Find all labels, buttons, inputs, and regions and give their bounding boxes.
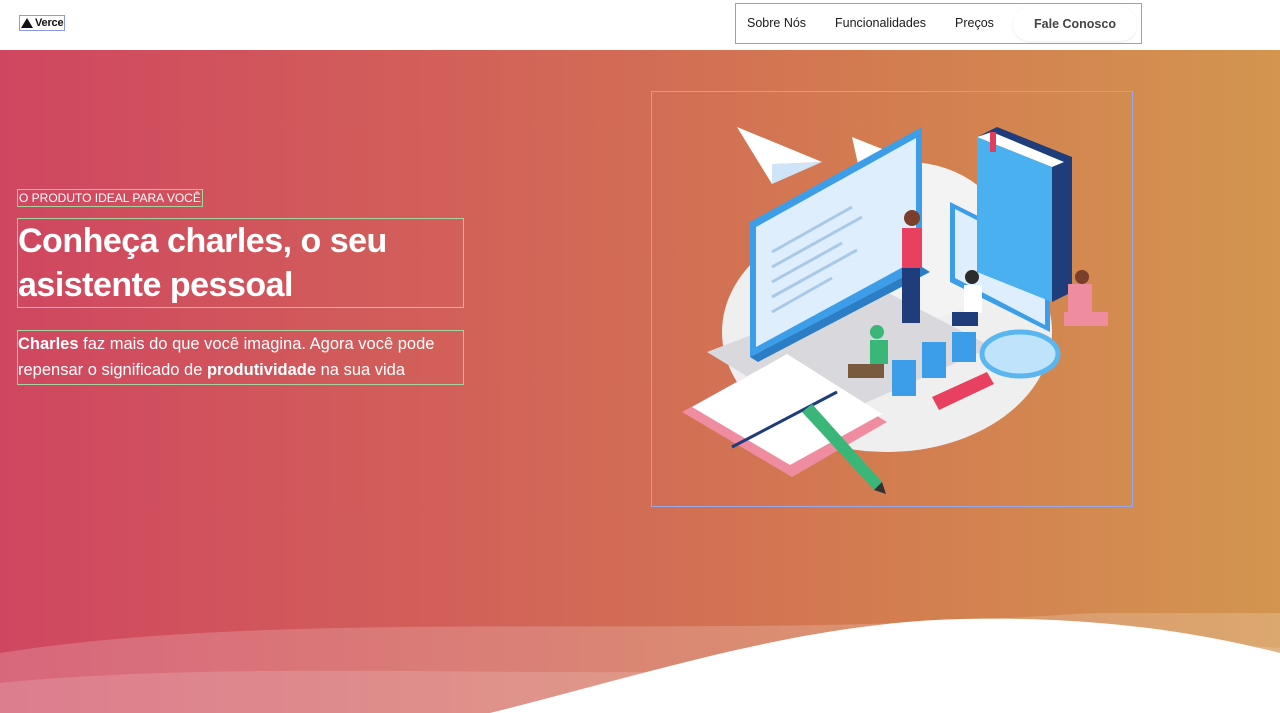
main-nav: Sobre Nós Funcionalidades Preços Fale Co… xyxy=(735,3,1142,44)
triangle-logo-icon xyxy=(21,18,33,28)
hero-wave-divider xyxy=(0,613,1280,713)
productivity-illustration-icon xyxy=(682,127,1108,494)
contact-button[interactable]: Fale Conosco xyxy=(1013,7,1137,41)
subtitle-text-2: na sua vida xyxy=(316,361,406,379)
hero-section: O PRODUTO IDEAL PARA VOCÊ Conheça charle… xyxy=(0,50,1280,713)
hero-eyebrow: O PRODUTO IDEAL PARA VOCÊ xyxy=(17,189,203,207)
nav-link-sobre-nos[interactable]: Sobre Nós xyxy=(747,16,806,30)
subtitle-highlight: produtividade xyxy=(206,361,317,379)
brand-logo[interactable]: Verce xyxy=(18,15,66,31)
site-header: Verce Sobre Nós Funcionalidades Preços F… xyxy=(0,0,1280,50)
nav-link-funcionalidades[interactable]: Funcionalidades xyxy=(835,16,926,30)
hero-subtitle: Charles faz mais do que você imagina. Ag… xyxy=(17,330,464,385)
hero-illustration xyxy=(651,91,1133,507)
nav-link-precos[interactable]: Preços xyxy=(955,16,994,30)
logo-text: Verce xyxy=(35,17,64,29)
subtitle-brand: Charles xyxy=(18,335,79,353)
hero-headline: Conheça charles, o seu asistente pessoal xyxy=(17,218,464,308)
